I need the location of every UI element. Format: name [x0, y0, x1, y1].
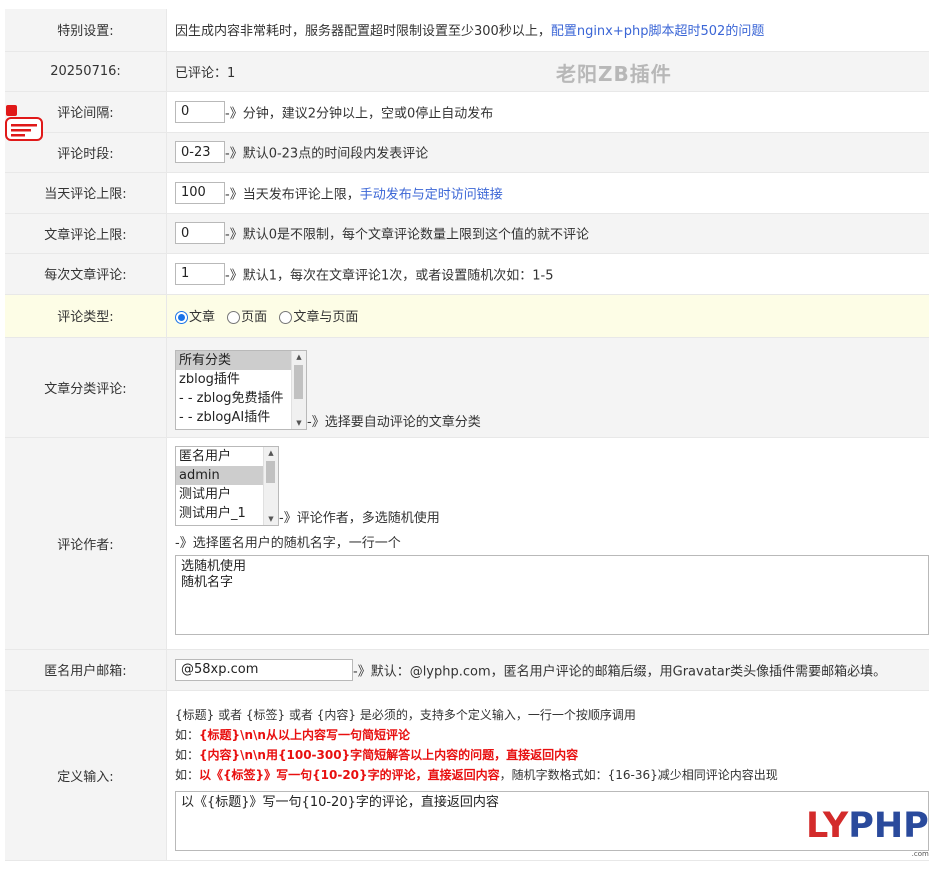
per-time-note: -》默认1，每次在文章评论1次，或者设置随机次如：1-5	[225, 268, 553, 283]
category-option[interactable]: zblog插件	[176, 370, 306, 389]
settings-table: 特别设置: 因生成内容非常耗时，服务器配置超时限制设置至少300秒以上，配置ng…	[5, 9, 929, 861]
daily-limit-input[interactable]	[175, 182, 225, 204]
interval-input[interactable]	[175, 101, 225, 123]
label-author: 评论作者:	[5, 437, 167, 649]
row-date: 20250716: 已评论：1	[5, 51, 929, 91]
row-post-limit: 文章评论上限: -》默认0是不限制，每个文章评论数量上限到这个值的就不评论	[5, 213, 929, 253]
label-email: 匿名用户邮箱:	[5, 649, 167, 690]
custom-example-1: 如：{标题}\n\n从以上内容写一句简短评论	[175, 725, 929, 745]
lyphp-logo: LYPHP.com	[806, 808, 929, 844]
category-option[interactable]: - - zblog免费插件	[176, 389, 306, 408]
email-suffix-input[interactable]	[175, 659, 353, 681]
row-custom: 定义输入: {标题} 或者 {标签} 或者 {内容} 是必须的，支持多个定义输入…	[5, 690, 929, 860]
type-option-post[interactable]: 文章	[175, 310, 215, 325]
post-limit-note: -》默认0是不限制，每个文章评论数量上限到这个值的就不评论	[225, 228, 589, 243]
category-option[interactable]: 所有分类	[176, 351, 306, 370]
email-note: -》默认：@lyphp.com，匿名用户评论的邮箱后缀，用Gravatar类头像…	[353, 664, 886, 679]
label-custom: 定义输入:	[5, 690, 167, 860]
daily-limit-note: -》当天发布评论上限，	[225, 187, 360, 202]
category-scrollbar[interactable]: ▲▼	[291, 351, 306, 429]
custom-example-3: 如：以《{标签}》写一句{10-20}字的评论，直接返回内容，随机字数格式如：{…	[175, 765, 929, 785]
per-time-input[interactable]	[175, 263, 225, 285]
hours-note: -》默认0-23点的时间段内发表评论	[225, 147, 428, 162]
floating-menu-icon[interactable]	[5, 104, 43, 142]
type-option-page[interactable]: 页面	[227, 310, 267, 325]
row-category: 文章分类评论: 所有分类 zblog插件 - - zblog免费插件 - - z…	[5, 337, 929, 437]
author-select[interactable]: 匿名用户 admin 测试用户 测试用户_1 ▲▼	[175, 446, 279, 526]
label-date: 20250716:	[5, 51, 167, 91]
row-hours: 评论时段: -》默认0-23点的时间段内发表评论	[5, 132, 929, 172]
row-special: 特别设置: 因生成内容非常耗时，服务器配置超时限制设置至少300秒以上，配置ng…	[5, 9, 929, 51]
hours-input[interactable]	[175, 141, 225, 163]
row-daily-limit: 当天评论上限: -》当天发布评论上限，手动发布与定时访问链接	[5, 172, 929, 213]
row-type: 评论类型: 文章 页面 文章与页面	[5, 294, 929, 337]
label-post-limit: 文章评论上限:	[5, 213, 167, 253]
author-scrollbar[interactable]: ▲▼	[263, 447, 278, 525]
row-per-time: 每次文章评论: -》默认1，每次在文章评论1次，或者设置随机次如：1-5	[5, 253, 929, 294]
type-option-both[interactable]: 文章与页面	[279, 310, 358, 325]
label-type: 评论类型:	[5, 294, 167, 337]
nginx-timeout-link[interactable]: 配置nginx+php脚本超时502的问题	[551, 24, 765, 39]
radio-post[interactable]	[175, 311, 188, 324]
category-select[interactable]: 所有分类 zblog插件 - - zblog免费插件 - - zblogAI插件…	[175, 350, 307, 430]
category-option[interactable]: - - zblogAI插件	[176, 408, 306, 427]
radio-both[interactable]	[279, 311, 292, 324]
watermark: 老阳ZB插件	[556, 58, 672, 87]
author-sub-note: -》选择匿名用户的随机名字，一行一个	[175, 532, 929, 551]
radio-page[interactable]	[227, 311, 240, 324]
label-special: 特别设置:	[5, 9, 167, 51]
row-email: 匿名用户邮箱: -》默认：@lyphp.com，匿名用户评论的邮箱后缀，用Gra…	[5, 649, 929, 690]
commented-count: 已评论：1	[167, 51, 929, 91]
random-names-textarea[interactable]: 选随机使用 随机名字	[175, 555, 929, 635]
custom-help: {标题} 或者 {标签} 或者 {内容} 是必须的，支持多个定义输入，一行一个按…	[175, 705, 929, 725]
label-category: 文章分类评论:	[5, 337, 167, 437]
row-author: 评论作者: 匿名用户 admin 测试用户 测试用户_1 ▲▼ -》评论作者，多…	[5, 437, 929, 649]
label-daily-limit: 当天评论上限:	[5, 172, 167, 213]
category-note: -》选择要自动评论的文章分类	[307, 415, 481, 430]
interval-note: -》分钟，建议2分钟以上，空或0停止自动发布	[225, 106, 493, 121]
settings-table-wrap: 特别设置: 因生成内容非常耗时，服务器配置超时限制设置至少300秒以上，配置ng…	[5, 9, 929, 861]
custom-example-2: 如：{内容}\n\n用{100-300}字简短解答以上内容的问题，直接返回内容	[175, 745, 929, 765]
author-note: -》评论作者，多选随机使用	[279, 511, 440, 526]
row-interval: 评论间隔: -》分钟，建议2分钟以上，空或0停止自动发布	[5, 91, 929, 132]
post-limit-input[interactable]	[175, 222, 225, 244]
special-text: 因生成内容非常耗时，服务器配置超时限制设置至少300秒以上，	[175, 24, 551, 39]
manual-publish-link[interactable]: 手动发布与定时访问链接	[360, 187, 503, 202]
label-per-time: 每次文章评论:	[5, 253, 167, 294]
